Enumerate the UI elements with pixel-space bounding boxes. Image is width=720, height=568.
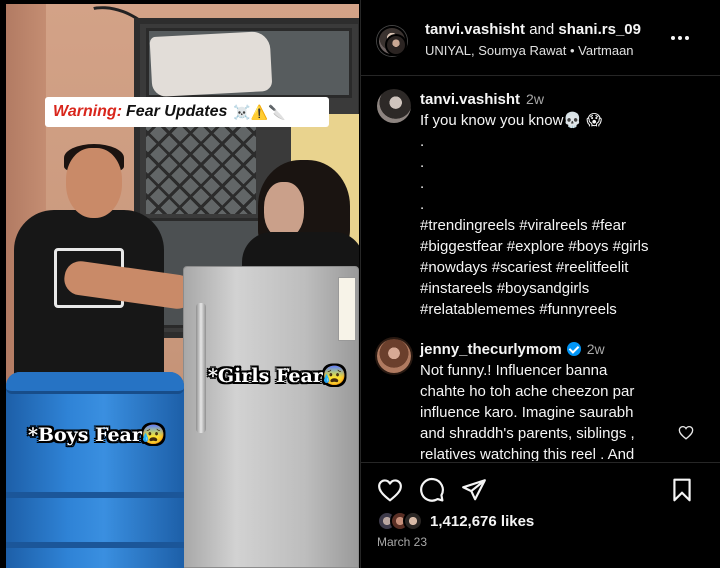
comment-time: 2w [526, 91, 544, 107]
hashtag-line[interactable]: #nowdays #scariest #reelitfeelit [420, 257, 710, 278]
fridge-handle [196, 303, 206, 433]
comment-text-line: Not funny.! Influencer banna [420, 362, 608, 379]
comment-text-line: . [420, 133, 425, 150]
boy-figure [14, 144, 196, 410]
comment-like-heart-icon[interactable] [678, 425, 694, 440]
hashtag-line[interactable]: #instareels #boysandgirls [420, 278, 710, 299]
hashtag-line[interactable]: #biggestfear #explore #boys #girls [420, 236, 710, 257]
commenter-avatar[interactable] [377, 89, 411, 123]
heart-icon[interactable] [377, 477, 403, 503]
caption-girls-fear: *Girls Fear😰 [208, 365, 347, 387]
send-icon[interactable] [461, 477, 487, 503]
author-username[interactable]: tanvi.vashisht [425, 21, 525, 38]
more-options-icon[interactable] [665, 26, 695, 50]
liker-avatar [403, 511, 423, 531]
post-header: tanvi.vashisht and shani.rs_09 UNIYAL, S… [361, 0, 720, 76]
comment-text-line: relatives watching this reel . And [420, 446, 635, 461]
post-viewer: Warning: Fear Updates ☠️⚠️🔪 *Girls Fear😰… [0, 0, 720, 568]
comment-text-line: . [420, 175, 425, 192]
likes-count[interactable]: 1,412,676 likes [430, 513, 534, 530]
audio-attribution[interactable]: UNIYAL, Soumya Rawat • Vartmaan [425, 43, 634, 58]
commenter-avatar[interactable] [377, 339, 411, 373]
authors-conjunction: and [525, 21, 559, 38]
warning-banner: Warning: Fear Updates ☠️⚠️🔪 [45, 97, 329, 127]
post-sidebar: tanvi.vashisht and shani.rs_09 UNIYAL, S… [360, 0, 720, 568]
banner-emoji: ☠️⚠️🔪 [233, 103, 286, 120]
comment-username[interactable]: jenny_thecurlymom [420, 341, 562, 358]
refrigerator [183, 266, 359, 568]
hashtag-line[interactable]: #relatablememes #funnyreels [420, 299, 710, 320]
verified-badge-icon [566, 342, 581, 356]
post-authors: tanvi.vashisht and shani.rs_09 [425, 21, 641, 38]
comment-username[interactable]: tanvi.vashisht [420, 91, 520, 108]
coauthor-avatar[interactable] [385, 34, 407, 56]
comment-text-line: influence karo. Imagine saurabh [420, 404, 634, 421]
caption-boys-fear: *Boys Fear😰 [28, 424, 166, 446]
blue-barrel [6, 372, 184, 568]
banner-warning-text: Warning: [53, 103, 123, 120]
hashtag-line[interactable]: #trendingreels #viralreels #fear [420, 215, 710, 236]
banner-title-text: Fear Updates [126, 103, 228, 120]
likes-summary[interactable]: 1,412,676 likes [377, 509, 534, 533]
comment-text-line: chahte ho toh ache cheezon par [420, 383, 635, 400]
scene-cloth [149, 30, 273, 98]
bookmark-icon[interactable] [669, 477, 695, 503]
post-date[interactable]: March 23 [377, 535, 427, 549]
comment-text-line: . [420, 196, 425, 213]
reel-video[interactable]: Warning: Fear Updates ☠️⚠️🔪 *Girls Fear😰… [6, 4, 359, 568]
comment-text-line: If you know you know💀 😱 [420, 112, 602, 129]
comments-list[interactable]: tanvi.vashisht 2w If you know you know💀 😱… [361, 77, 720, 461]
comment-icon[interactable] [419, 477, 445, 503]
comment-text-line: . [420, 154, 425, 171]
comment-text-line: and shraddh's parents, siblings , [420, 425, 635, 442]
comment-time: 2w [586, 341, 605, 357]
energy-label [338, 277, 356, 341]
coauthor-username[interactable]: shani.rs_09 [558, 21, 641, 38]
